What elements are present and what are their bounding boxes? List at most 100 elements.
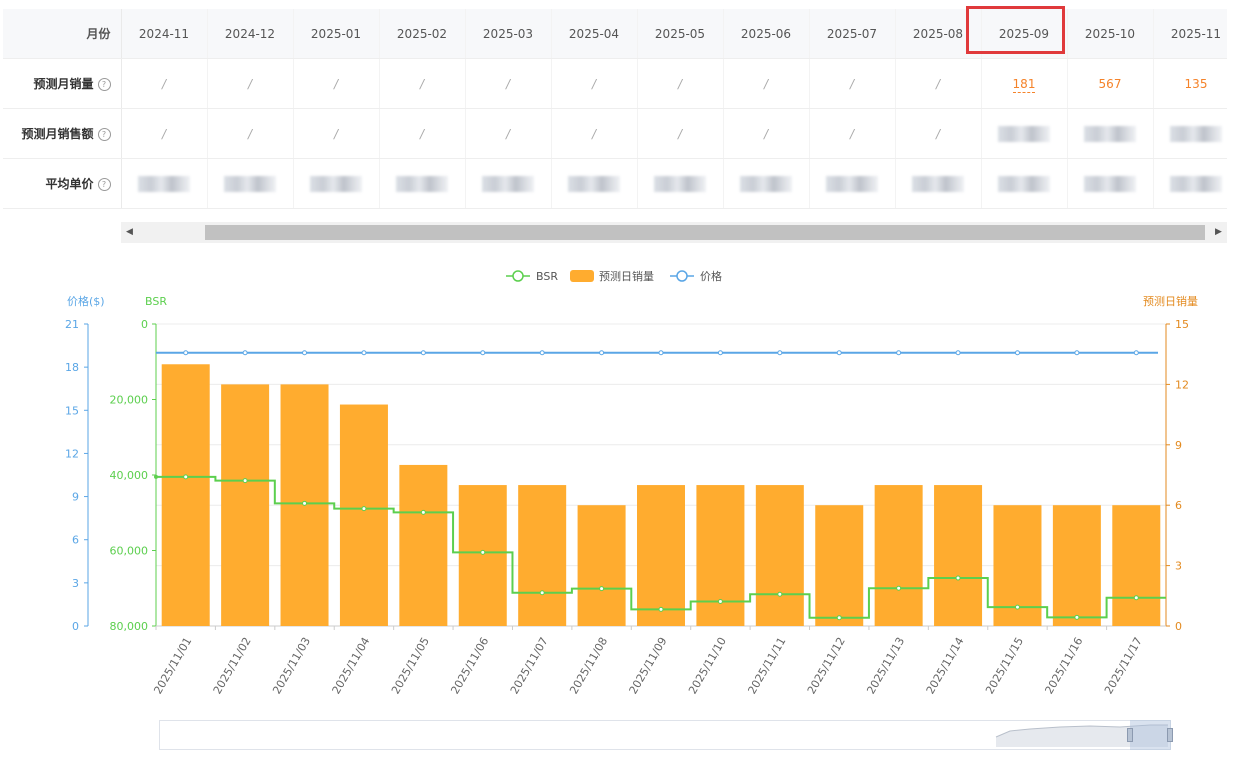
redacted-value: [482, 175, 534, 192]
zoom-handle-right[interactable]: [1167, 728, 1173, 742]
scroll-right-icon[interactable]: ▶: [1210, 222, 1227, 243]
avg-price-cell: [121, 158, 208, 209]
price-point: [658, 350, 664, 356]
monthly-sales-cell[interactable]: 135: [1153, 58, 1227, 109]
price-point: [836, 350, 842, 356]
monthly-sales-value[interactable]: 135: [1185, 77, 1208, 91]
sales-bar: [161, 364, 210, 626]
empty-value: /: [505, 126, 511, 141]
bsr-point: [1133, 595, 1139, 601]
table-horizontal-scrollbar[interactable]: ◀ ▶: [121, 222, 1227, 243]
help-icon[interactable]: ?: [97, 178, 111, 191]
sales-bar: [339, 404, 388, 626]
x-tick-label: 2025/11/10: [686, 635, 729, 696]
avg-price-cell: [1067, 158, 1154, 209]
redacted-value: [138, 175, 190, 192]
price-tick-label: 9: [72, 491, 79, 504]
redacted-value: [654, 175, 706, 192]
monthly-sales-cell[interactable]: 181: [981, 58, 1068, 109]
sales-bar: [755, 485, 804, 626]
data-zoom-slider[interactable]: [159, 720, 1171, 750]
empty-value: /: [505, 76, 511, 91]
monthly-sales-cell: /: [809, 58, 896, 109]
price-point: [717, 350, 723, 356]
month-header-cell: 2025-06: [723, 9, 810, 59]
bsr-point: [658, 606, 664, 612]
bsr-point: [836, 615, 842, 621]
monthly-revenue-cell: [981, 108, 1068, 159]
scroll-left-icon[interactable]: ◀: [121, 222, 138, 243]
empty-value: /: [419, 76, 425, 91]
price-point: [361, 350, 367, 356]
bsr-point: [1014, 604, 1020, 610]
x-tick-label: 2025/11/17: [1102, 635, 1145, 696]
empty-value: /: [677, 76, 683, 91]
monthly-revenue-cell: /: [551, 108, 638, 159]
bsr-point: [599, 586, 605, 592]
empty-value: /: [935, 126, 941, 141]
monthly-sales-row: 预测月销量? / / / / / / / / / / 181 567 135: [3, 58, 1227, 109]
help-icon[interactable]: ?: [97, 78, 111, 91]
legend-price-label: 价格: [700, 269, 722, 283]
month-header-cell: 2025-05: [637, 9, 724, 59]
x-tick-label: 2025/11/11: [745, 635, 788, 696]
x-tick-label: 2025/11/02: [211, 635, 254, 696]
x-tick-label: 2025/11/06: [448, 635, 491, 696]
empty-value: /: [591, 126, 597, 141]
help-icon[interactable]: ?: [97, 128, 111, 141]
monthly-revenue-cell: [1067, 108, 1154, 159]
scrollbar-thumb[interactable]: [205, 225, 1205, 240]
bsr-tick-label: 80,000: [110, 620, 149, 633]
month-header-cell: 2025-01: [293, 9, 380, 59]
empty-value: /: [333, 126, 339, 141]
price-point: [777, 350, 783, 356]
bsr-point: [896, 585, 902, 591]
avg-price-cell: [637, 158, 724, 209]
monthly-sales-value[interactable]: 567: [1099, 77, 1122, 91]
data-zoom-selection[interactable]: [1130, 720, 1171, 750]
redacted-value: [740, 175, 792, 192]
bsr-point: [539, 590, 545, 596]
monthly-sales-cell: /: [293, 58, 380, 109]
x-tick-label: 2025/11/05: [389, 635, 432, 696]
legend-sales-swatch: [570, 270, 594, 282]
redacted-value: [568, 175, 620, 192]
price-tick-label: 3: [72, 577, 79, 590]
price-point: [1133, 350, 1139, 356]
monthly-revenue-cell: /: [121, 108, 208, 159]
empty-value: /: [333, 76, 339, 91]
bsr-point: [777, 591, 783, 597]
row-header-monthly-sales: 预测月销量?: [3, 58, 122, 109]
sales-bar: [874, 485, 923, 626]
monthly-revenue-cell: /: [465, 108, 552, 159]
sales-axis-title: 预测日销量: [1143, 294, 1198, 308]
monthly-revenue-cell: /: [895, 108, 982, 159]
monthly-sales-cell: /: [895, 58, 982, 109]
sales-bar: [696, 485, 745, 626]
sales-bar: [399, 464, 448, 626]
price-tick-label: 18: [65, 361, 79, 374]
zoom-handle-left[interactable]: [1127, 728, 1133, 742]
bsr-start-point: [154, 474, 158, 479]
monthly-revenue-cell: /: [637, 108, 724, 159]
monthly-sales-cell[interactable]: 567: [1067, 58, 1154, 109]
price-point: [539, 350, 545, 356]
bsr-point: [955, 575, 961, 581]
legend-bsr-marker: [512, 270, 524, 282]
x-tick-label: 2025/11/15: [983, 635, 1026, 696]
empty-value: /: [247, 126, 253, 141]
month-header-cell: 2025-02: [379, 9, 466, 59]
row-header-monthly-revenue: 预测月销售额?: [3, 108, 122, 159]
x-tick-label: 2025/11/14: [924, 635, 967, 696]
sales-tick-label: 6: [1175, 499, 1182, 512]
row-header-avg-price: 平均单价?: [3, 158, 122, 209]
bsr-point: [302, 500, 308, 506]
price-point: [599, 350, 605, 356]
price-point: [302, 350, 308, 356]
redacted-value: [1084, 125, 1136, 142]
sales-tick-label: 12: [1175, 378, 1189, 391]
price-point: [183, 350, 189, 356]
sales-bar: [1112, 505, 1161, 626]
sales-tick-label: 3: [1175, 560, 1182, 573]
monthly-sales-value[interactable]: 181: [1012, 76, 1036, 93]
